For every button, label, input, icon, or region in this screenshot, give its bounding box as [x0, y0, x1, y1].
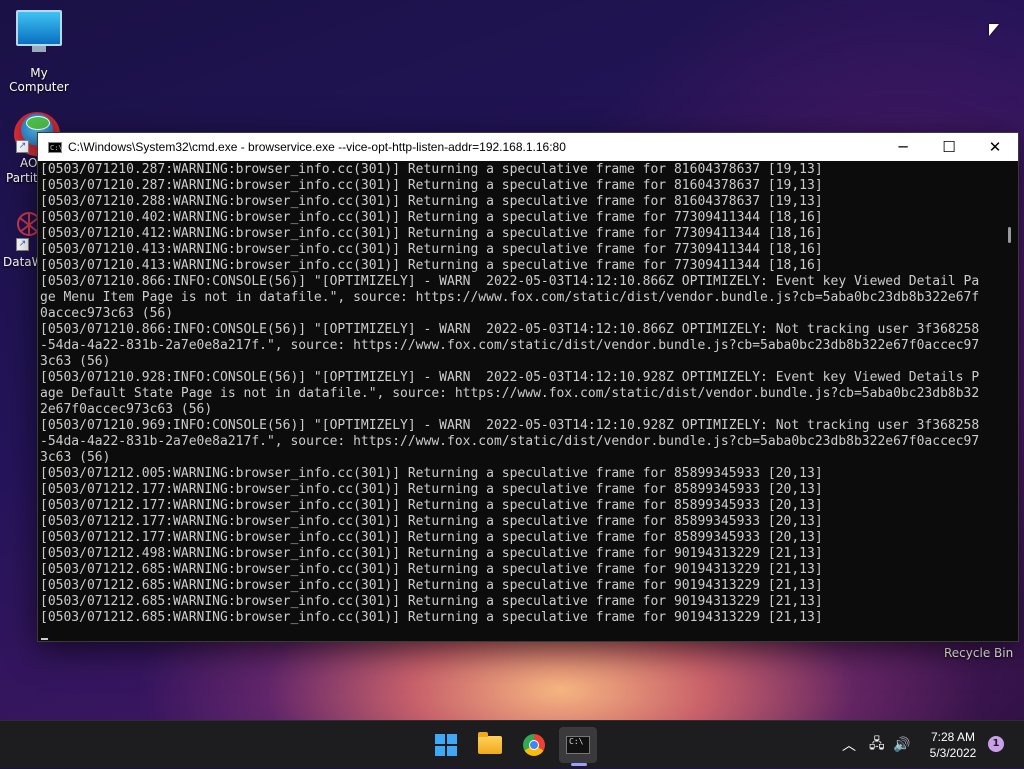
console-line: [0503/071212.685:WARNING:browser_info.cc…: [40, 578, 823, 593]
console-line: [0503/071212.005:WARNING:browser_info.cc…: [40, 466, 823, 481]
cmd-window[interactable]: C:\ C:\Windows\System32\cmd.exe - browse…: [37, 132, 1019, 642]
cmd-icon: C:\: [48, 141, 63, 153]
console-line: [0503/071212.177:WARNING:browser_info.cc…: [40, 482, 823, 497]
terminal-icon: C:\: [566, 736, 590, 754]
desktop-icon-label: AO: [20, 156, 38, 170]
console-line: [0503/071210.402:WARNING:browser_info.cc…: [40, 210, 823, 225]
computer-stand: [32, 46, 46, 52]
console-line: 3c63 (56): [40, 450, 111, 465]
console-line: [0503/071210.928:INFO:CONSOLE(56)] "[OPT…: [40, 370, 980, 385]
console-line: [0503/071210.866:INFO:CONSOLE(56)] "[OPT…: [40, 322, 980, 337]
console-line: -54da-4a22-831b-2a7e0e8a217f.", source: …: [40, 338, 980, 353]
clock-time: 7:28 AM: [930, 730, 976, 744]
chrome-icon: [523, 734, 545, 756]
console-line: [0503/071210.866:INFO:CONSOLE(56)] "[OPT…: [40, 274, 980, 289]
maximize-button[interactable]: ☐: [926, 133, 972, 161]
close-button[interactable]: ✕: [972, 133, 1018, 161]
network-icon: 🖧: [869, 736, 885, 752]
console-line: 0accec973c63 (56): [40, 306, 174, 321]
console-line: [0503/071212.177:WARNING:browser_info.cc…: [40, 530, 823, 545]
notification-badge[interactable]: 1: [988, 736, 1004, 752]
taskbar: C:\ ︿ 🖧 🔊 7:28 AM 5/3/2022: [0, 720, 1024, 768]
cmd-taskbar-button[interactable]: C:\: [559, 727, 597, 763]
vertical-scrollbar[interactable]: [1000, 161, 1018, 641]
console-line: [0503/071212.685:WARNING:browser_info.cc…: [40, 594, 823, 609]
console-line: 2e67f0accec973c63 (56): [40, 402, 213, 417]
folder-icon: [478, 732, 502, 754]
show-hidden-icons-button[interactable]: ︿: [842, 721, 856, 769]
active-app-indicator: [571, 763, 587, 766]
console-line: [0503/071212.177:WARNING:browser_info.cc…: [40, 498, 823, 513]
shortcut-arrow-icon: ↗: [16, 140, 29, 153]
shortcut-arrow-icon: ↗: [16, 238, 29, 251]
console-line: [0503/071210.288:WARNING:browser_info.cc…: [40, 194, 823, 209]
console-line: [0503/071210.413:WARNING:browser_info.cc…: [40, 242, 823, 257]
chevron-up-icon: ︿: [842, 738, 856, 754]
console-line: [0503/071210.412:WARNING:browser_info.cc…: [40, 226, 823, 241]
console-line: 3c63 (56): [40, 354, 111, 369]
clock-date: 5/3/2022: [929, 746, 977, 760]
desktop-icon-label-line2: Partiti: [6, 171, 42, 185]
console-line: -54da-4a22-831b-2a7e0e8a217f.", source: …: [40, 434, 980, 449]
minimize-button[interactable]: ─: [880, 133, 926, 161]
console-line: [0503/071212.685:WARNING:browser_info.cc…: [40, 562, 823, 577]
console-line: ge Menu Item Page is not in datafile.", …: [40, 290, 980, 305]
chrome-button[interactable]: [515, 727, 553, 763]
desktop-icon-recycle-bin[interactable]: Recycle Bin: [944, 646, 1013, 660]
file-explorer-button[interactable]: [471, 727, 509, 763]
window-title: C:\Windows\System32\cmd.exe - browservic…: [68, 140, 566, 154]
computer-icon: [16, 10, 62, 46]
mouse-pointer-icon: [989, 24, 999, 36]
console-line: [0503/071212.177:WARNING:browser_info.cc…: [40, 514, 823, 529]
network-button[interactable]: 🖧: [869, 721, 885, 769]
window-titlebar[interactable]: C:\ C:\Windows\System32\cmd.exe - browse…: [38, 133, 1018, 161]
start-button[interactable]: [427, 727, 465, 763]
console-line: [0503/071210.287:WARNING:browser_info.cc…: [40, 178, 823, 193]
desktop-icon-label: My Computer: [9, 66, 69, 94]
console-cursor: [41, 638, 48, 640]
scrollbar-thumb[interactable]: [1008, 227, 1011, 243]
checkmark-icon: [26, 116, 50, 130]
desktop-icon-my-computer[interactable]: My Computer: [0, 10, 78, 94]
console-output[interactable]: [0503/071210.287:WARNING:browser_info.cc…: [38, 161, 1000, 641]
console-line: [0503/071212.498:WARNING:browser_info.cc…: [40, 546, 823, 561]
console-line: [0503/071210.969:INFO:CONSOLE(56)] "[OPT…: [40, 418, 980, 433]
windows-logo-icon: [435, 734, 457, 756]
volume-icon: 🔊: [893, 737, 911, 753]
console-line: [0503/071210.413:WARNING:browser_info.cc…: [40, 258, 823, 273]
console-line: [0503/071210.287:WARNING:browser_info.cc…: [40, 162, 823, 177]
console-line: age Default State Page is not in datafil…: [40, 386, 980, 401]
volume-button[interactable]: 🔊: [893, 721, 910, 769]
console-line: [0503/071212.685:WARNING:browser_info.cc…: [40, 610, 823, 625]
clock[interactable]: 7:28 AM 5/3/2022: [920, 729, 986, 761]
